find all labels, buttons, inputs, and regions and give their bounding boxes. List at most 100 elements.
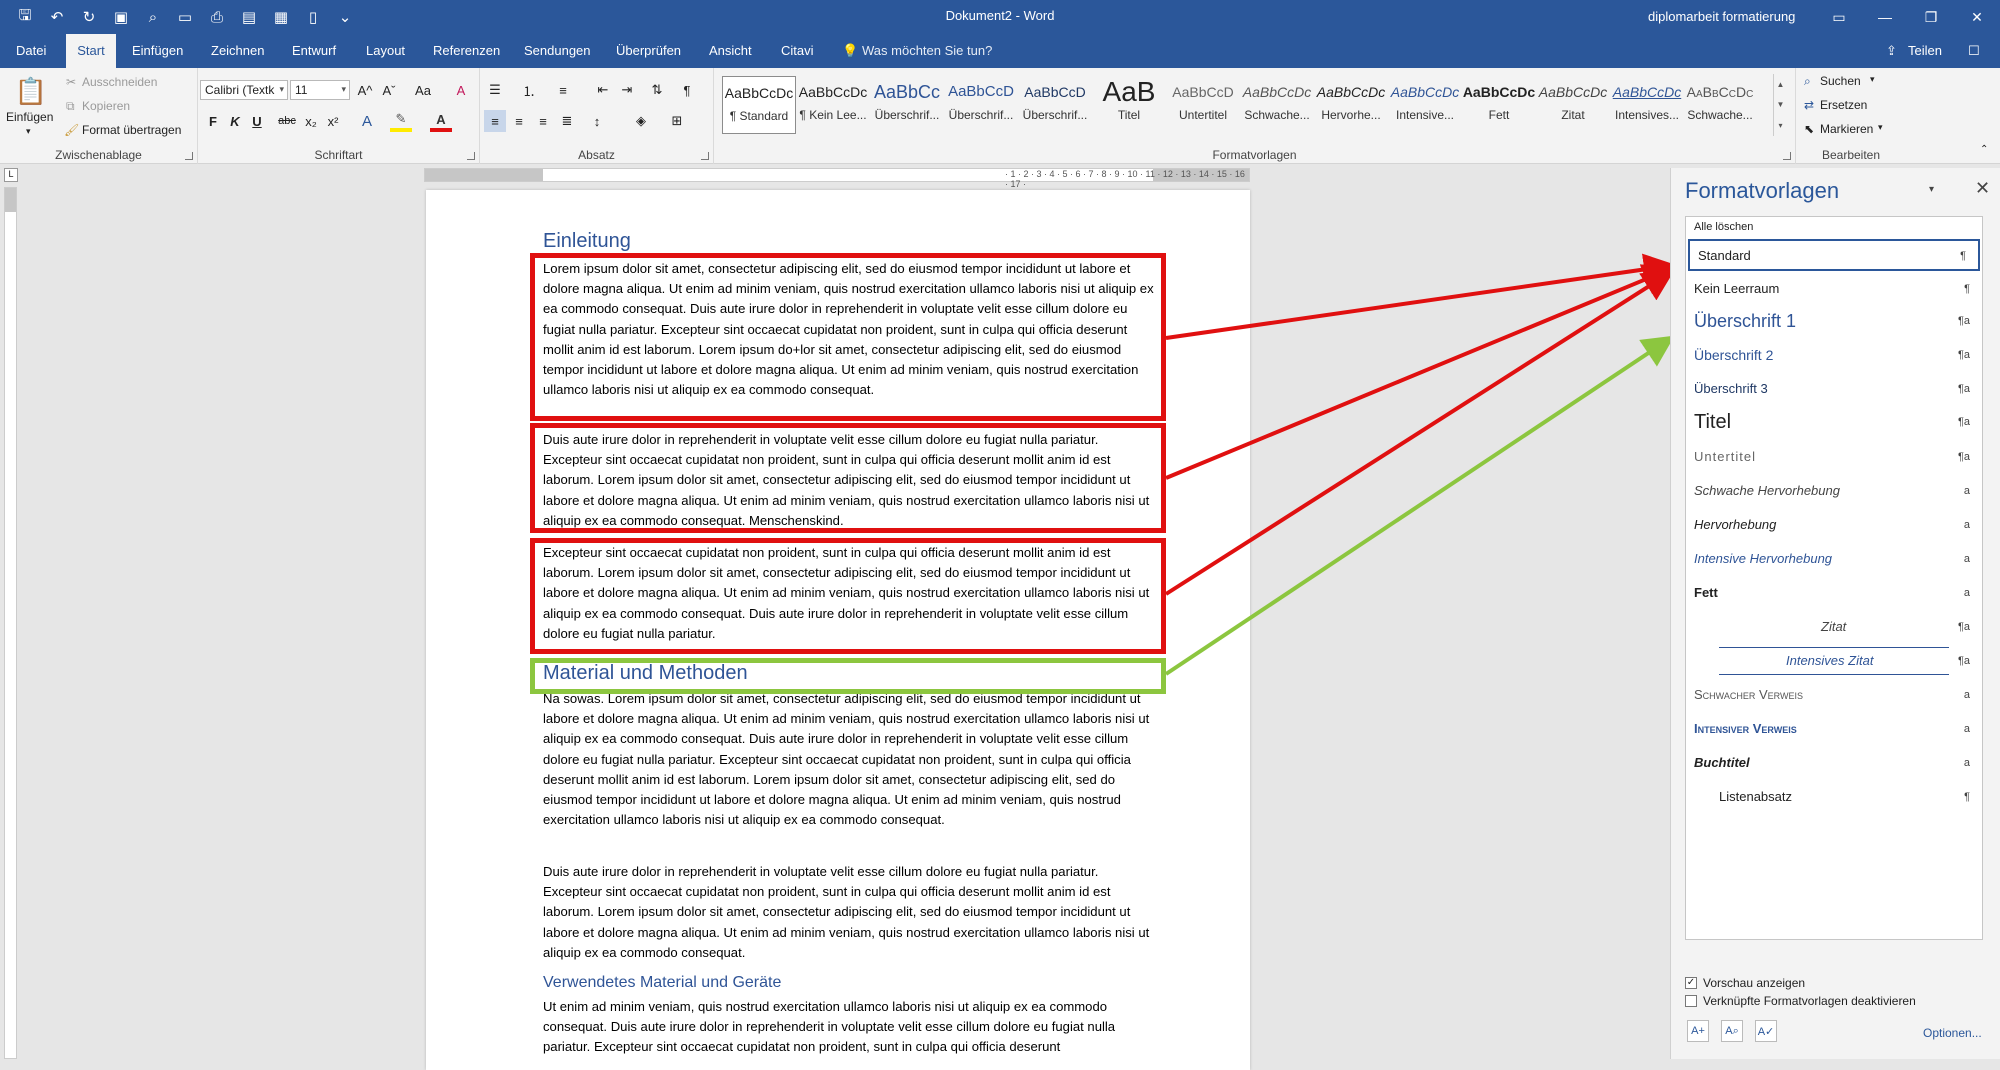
styles-gallery-scroll[interactable]: ▲ ▼ ▾ [1773,74,1787,136]
paste-button[interactable]: Einfügen [6,110,53,124]
paragraph-3[interactable]: Excepteur sint occaecat cupidatat non pr… [543,543,1155,644]
list-item-ueberschrift-2[interactable]: Überschrift 2 ¶a [1686,341,1982,369]
style-tile-standard[interactable]: AaBbCcDc ¶ Standard [722,76,796,134]
show-formatting-icon[interactable]: ¶ [676,79,698,101]
format-painter-button[interactable]: Format übertragen [82,123,181,137]
list-item-intensiver-verweis[interactable]: Intensiver Verweis a [1686,715,1982,743]
list-item-listenabsatz[interactable]: Listenabsatz ¶ [1686,783,1982,811]
heading-verwendetes-material[interactable]: Verwendetes Material und Geräte [543,974,781,992]
highlight-icon[interactable]: ✎ [390,110,412,132]
chevron-down-icon[interactable]: ▾ [1929,184,1934,195]
font-color-icon[interactable]: A [430,110,452,132]
style-inspector-icon[interactable]: A⌕ [1721,1020,1743,1042]
multilevel-list-icon[interactable]: ≡ [552,79,574,101]
justify-icon[interactable]: ≣ [556,110,578,132]
style-tile-intensive-hervorhebung[interactable]: AaBbCcDc Intensive... [1388,76,1462,134]
list-item-zitat[interactable]: Zitat ¶a [1686,613,1982,641]
list-item-fett[interactable]: Fett a [1686,579,1982,607]
collapse-ribbon-icon[interactable]: ⌃ [1980,144,1988,155]
chevron-down-icon[interactable]: ▼ [1777,100,1785,109]
style-tile-untertitel[interactable]: AaBbCcD Untertitel [1166,76,1240,134]
increase-indent-icon[interactable]: ⇥ [616,79,638,101]
grow-font-button[interactable]: A^ [354,79,376,101]
style-tile-kein-leerraum[interactable]: AaBbCcDc ¶ Kein Lee... [796,76,870,134]
clear-formatting-button[interactable]: A [450,79,472,101]
font-size-select[interactable]: 11 ▾ [290,80,350,100]
paste-dropdown-icon[interactable]: ▾ [26,126,31,137]
style-tile-ueberschrift-3[interactable]: AaBbCcD Überschrif... [1018,76,1092,134]
style-tile-titel[interactable]: AaB Titel [1092,76,1166,134]
styles-launcher-icon[interactable] [1783,152,1791,160]
line-spacing-icon[interactable]: ↕ [586,110,608,132]
sort-icon[interactable]: ⇅ [646,79,668,101]
tab-citavi[interactable]: Citavi [775,34,820,68]
manage-styles-icon[interactable]: A✓ [1755,1020,1777,1042]
font-name-select[interactable]: Calibri (Textk ▾ [200,80,288,100]
paragraph-5[interactable]: Duis aute irure dolor in reprehenderit i… [543,862,1155,963]
find-button[interactable]: Suchen [1820,74,1861,88]
tell-me-box[interactable]: Was möchten Sie tun? [862,34,992,68]
list-item-ueberschrift-3[interactable]: Überschrift 3 ¶a [1686,375,1982,403]
align-right-icon[interactable]: ≡ [532,110,554,132]
style-tile-intensives-zitat[interactable]: AaBbCcDc Intensives... [1610,76,1684,134]
font-launcher-icon[interactable] [467,152,475,160]
tab-start[interactable]: Start [66,34,116,68]
linked-styles-checkbox[interactable] [1685,995,1697,1007]
italic-button[interactable]: K [224,110,246,132]
chevron-down-icon[interactable]: ▾ [1870,74,1875,85]
ribbon-display-icon[interactable]: ▭ [1816,0,1862,34]
comments-icon[interactable]: ☐ [1968,34,1980,68]
style-tile-fett[interactable]: AaBbCcDc Fett [1462,76,1536,134]
tab-selector[interactable]: L [4,168,18,182]
align-center-icon[interactable]: ≡ [508,110,530,132]
tab-ansicht[interactable]: Ansicht [703,34,758,68]
new-style-icon[interactable]: A+ [1687,1020,1709,1042]
bold-button[interactable]: F [202,110,224,132]
tab-einfuegen[interactable]: Einfügen [126,34,189,68]
shading-icon[interactable]: ◈ [630,110,652,132]
linked-styles-checkbox-row[interactable]: Verknüpfte Formatvorlagen deaktivieren [1685,994,1916,1008]
tab-ueberpruefen[interactable]: Überprüfen [610,34,687,68]
style-tile-zitat[interactable]: AaBbCcDc Zitat [1536,76,1610,134]
horizontal-ruler[interactable]: · 1 · 2 · 3 · 4 · 5 · 6 · 7 · 8 · 9 · 10… [424,168,1250,189]
list-item-buchtitel[interactable]: Buchtitel a [1686,749,1982,777]
paste-icon[interactable]: 📋 [14,74,48,108]
tab-sendungen[interactable]: Sendungen [518,34,597,68]
numbering-icon[interactable]: ⒈ [518,79,540,101]
restore-icon[interactable]: ❐ [1908,0,1954,34]
select-button[interactable]: Markieren [1820,122,1873,136]
tab-layout[interactable]: Layout [360,34,411,68]
text-effects-icon[interactable]: A [356,110,378,132]
chevron-up-icon[interactable]: ▲ [1777,80,1785,89]
copy-button[interactable]: Kopieren [82,99,130,113]
heading-einleitung[interactable]: Einleitung [543,230,631,253]
user-name[interactable]: diplomarbeit formatierung [1648,9,1795,24]
tab-referenzen[interactable]: Referenzen [427,34,506,68]
more-icon[interactable]: ▾ [1778,121,1782,130]
list-item-untertitel[interactable]: Untertitel ¶a [1686,443,1982,471]
list-item-hervorhebung[interactable]: Hervorhebung a [1686,511,1982,539]
paragraph-launcher-icon[interactable] [701,152,709,160]
tab-datei[interactable]: Datei [10,34,52,68]
cut-button[interactable]: Ausschneiden [82,75,157,89]
subscript-button[interactable]: x₂ [300,110,322,132]
list-item-schwacher-verweis[interactable]: Schwacher Verweis a [1686,681,1982,709]
style-tile-ueberschrift-1[interactable]: AaBbCc Überschrif... [870,76,944,134]
style-tile-schwacher-verweis[interactable]: AaBbCcDc Schwache... [1684,76,1756,134]
borders-icon[interactable]: ⊞ [666,110,688,132]
minimize-icon[interactable]: — [1862,0,1908,34]
decrease-indent-icon[interactable]: ⇤ [592,79,614,101]
vertical-ruler[interactable] [4,187,17,1059]
paragraph-2[interactable]: Duis aute irure dolor in reprehenderit i… [543,430,1155,531]
style-tile-hervorhebung[interactable]: AaBbCcDc Hervorhe... [1314,76,1388,134]
strikethrough-button[interactable]: abc [276,110,298,132]
tab-zeichnen[interactable]: Zeichnen [205,34,270,68]
close-icon[interactable]: ✕ [1954,0,2000,34]
list-item-intensives-zitat[interactable]: Intensives Zitat ¶a [1686,647,1982,675]
underline-button[interactable]: U [246,110,268,132]
replace-button[interactable]: Ersetzen [1820,98,1867,112]
list-item-intensive-hervorhebung[interactable]: Intensive Hervorhebung a [1686,545,1982,573]
preview-checkbox-row[interactable]: ✓ Vorschau anzeigen [1685,976,1805,990]
chevron-down-icon[interactable]: ▾ [1878,122,1883,133]
styles-list[interactable]: Alle löschen Standard ¶ Kein Leerraum ¶ Üb… [1685,216,1983,940]
